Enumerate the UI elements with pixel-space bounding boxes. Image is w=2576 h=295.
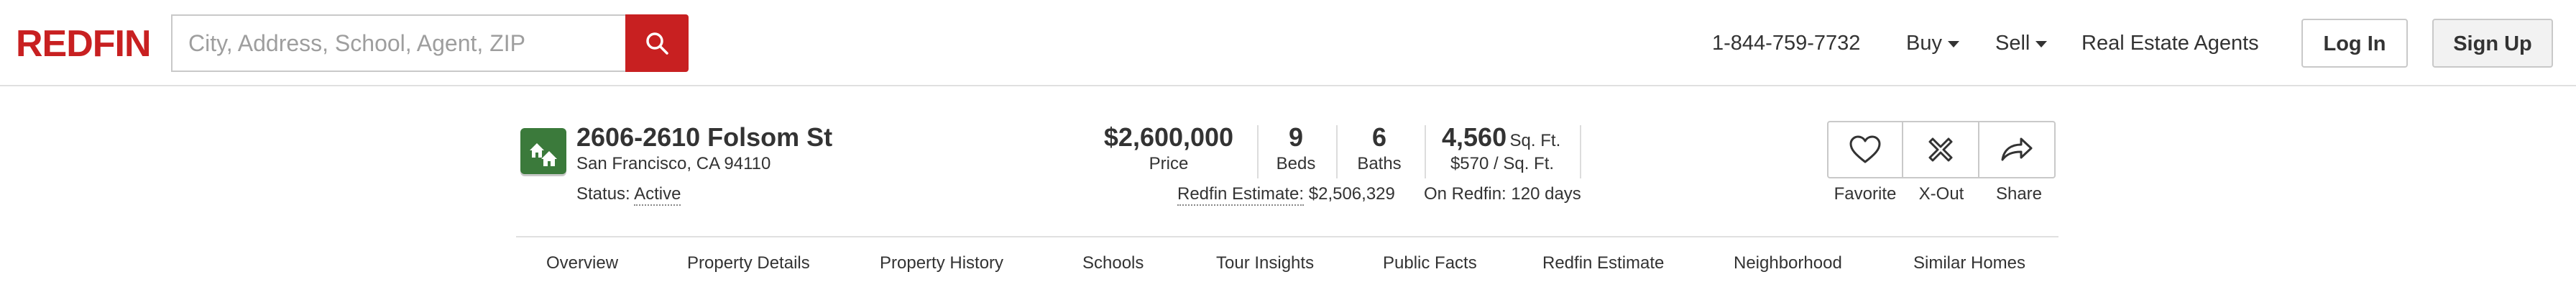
status-badge[interactable]: Active xyxy=(634,184,681,206)
heart-icon xyxy=(1849,135,1881,163)
baths-label: Baths xyxy=(1357,154,1402,173)
tab-neighborhood[interactable]: Neighborhood xyxy=(1734,253,1842,273)
tab-redfin-estimate[interactable]: Redfin Estimate xyxy=(1542,253,1664,273)
address-city: San Francisco, CA 94110 xyxy=(576,154,771,173)
search-button[interactable] xyxy=(625,14,689,72)
chevron-down-icon xyxy=(2036,40,2048,47)
sell-menu[interactable]: Sell xyxy=(1995,26,2048,60)
redfin-logo[interactable]: REDFIN xyxy=(16,19,152,69)
days-on-redfin: On Redfin: 120 days xyxy=(1424,184,1581,204)
property-type-badge xyxy=(520,128,566,174)
tab-similar-homes[interactable]: Similar Homes xyxy=(1913,253,2025,273)
beds-label: Beds xyxy=(1276,154,1316,173)
share-button[interactable] xyxy=(1979,121,2056,178)
baths-value: 6 xyxy=(1371,122,1387,152)
x-out-icon xyxy=(1928,137,1953,162)
phone-number[interactable]: 1-844-759-7732 xyxy=(1712,26,1860,60)
tab-schools[interactable]: Schools xyxy=(1082,253,1144,273)
divider xyxy=(1257,125,1259,178)
tab-tour-insights[interactable]: Tour Insights xyxy=(1216,253,1314,273)
price-per-sqft: $570 / Sq. Ft. xyxy=(1450,154,1555,173)
tab-property-history[interactable]: Property History xyxy=(880,253,1003,273)
buy-menu[interactable]: Buy xyxy=(1906,26,1959,60)
share-label: Share xyxy=(1995,184,2043,204)
sqft-value: 4,560 Sq. Ft. xyxy=(1442,122,1560,153)
favorite-label: Favorite xyxy=(1834,184,1897,204)
chevron-down-icon xyxy=(1947,40,1959,47)
tab-public-facts[interactable]: Public Facts xyxy=(1383,253,1477,273)
real-estate-agents-link[interactable]: Real Estate Agents xyxy=(2082,26,2259,60)
divider xyxy=(1336,125,1338,178)
sqft-number: 4,560 xyxy=(1442,122,1507,152)
status-label: Status: xyxy=(576,184,630,204)
tabs-divider xyxy=(516,236,2058,237)
tab-property-details[interactable]: Property Details xyxy=(687,253,810,273)
xout-button[interactable] xyxy=(1903,121,1979,178)
search-input[interactable] xyxy=(171,14,625,72)
signup-button[interactable]: Sign Up xyxy=(2432,19,2553,68)
sell-menu-label: Sell xyxy=(1995,32,2030,55)
estimate-label[interactable]: Redfin Estimate: xyxy=(1177,184,1305,206)
redfin-estimate: Redfin Estimate: $2,506,329 xyxy=(1177,184,1395,206)
favorite-button[interactable] xyxy=(1827,121,1903,178)
buy-menu-label: Buy xyxy=(1906,32,1942,55)
tab-overview[interactable]: Overview xyxy=(546,253,618,273)
divider xyxy=(1425,125,1426,178)
login-button[interactable]: Log In xyxy=(2301,19,2408,68)
price-label: Price xyxy=(1149,154,1189,173)
search-icon xyxy=(646,32,668,55)
sqft-unit: Sq. Ft. xyxy=(1509,131,1561,150)
price-value: $2,600,000 xyxy=(1103,122,1234,152)
divider xyxy=(1580,125,1581,178)
estimate-value: $2,506,329 xyxy=(1308,184,1395,204)
listing-status: Status: Active xyxy=(576,184,681,206)
beds-value: 9 xyxy=(1288,122,1304,152)
xout-label: X-Out xyxy=(1918,184,1964,204)
address-street: 2606-2610 Folsom St xyxy=(576,122,833,152)
multi-family-house-icon xyxy=(530,143,557,166)
top-nav: REDFIN 1-844-759-7732 Buy Sell Real Esta… xyxy=(0,0,2576,86)
share-icon xyxy=(2001,137,2033,161)
